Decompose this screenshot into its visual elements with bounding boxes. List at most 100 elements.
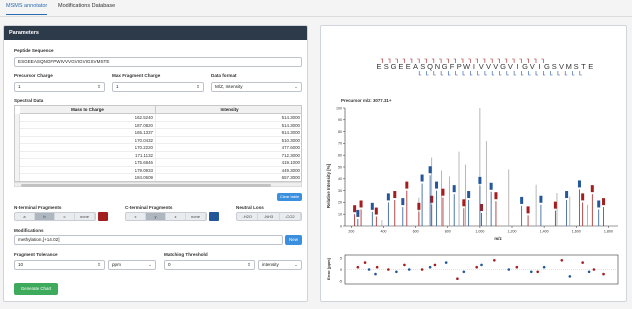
- b-ion-error-point: [493, 259, 496, 262]
- nterm-fragment-selector[interactable]: a b c none: [14, 212, 96, 221]
- b-ion-error-point: [403, 263, 406, 267]
- y-ion-error-point: [542, 265, 546, 269]
- y-ion-label: [577, 180, 581, 188]
- sequence-residue: V: [559, 62, 564, 71]
- sequence-residue: T: [581, 62, 586, 71]
- chevron-down-icon: ⌄: [294, 262, 298, 267]
- error-plot: 5 0 -5: [339, 254, 619, 285]
- tab-modifications-database[interactable]: Modifications Database: [58, 3, 115, 9]
- neutral-option-h2o[interactable]: -H2O: [237, 213, 259, 220]
- cell-mz[interactable]: 184.0609: [20, 174, 156, 181]
- y-tick-label: 100: [336, 106, 342, 110]
- sequence-residue: E: [376, 62, 381, 71]
- sequence-residue: S: [574, 62, 579, 71]
- generate-chart-button[interactable]: Generate Chart: [14, 283, 58, 295]
- cell-mz[interactable]: 165.1337: [20, 129, 156, 137]
- peptide-input[interactable]: ESGEEASQNGFPWIVVVGVIGVIGSVMSTE: [14, 57, 302, 67]
- max-fragment-charge-input[interactable]: 1 ⇕: [112, 82, 204, 92]
- new-modification-button[interactable]: New: [285, 235, 302, 245]
- y-ion-label: [356, 209, 360, 217]
- matching-threshold-input[interactable]: 0 ⇕: [164, 260, 255, 270]
- neutral-loss-selector[interactable]: -H2O -NH3 -CO2: [236, 212, 302, 221]
- y-ion-label: [597, 200, 601, 208]
- clear-table-button[interactable]: Clear table: [277, 193, 302, 201]
- cell-mz[interactable]: 187.0820: [20, 121, 156, 129]
- y-ion-cleavage-mark: [550, 71, 553, 76]
- y-ion-cleavage-mark: [462, 71, 465, 76]
- cell-intensity[interactable]: 449.3000: [156, 167, 301, 174]
- spectrum-chart-panel: ESGEEASQNGFPWIVVVGVIGVIGSVMSTE Precursor…: [320, 25, 627, 302]
- cterm-option-none[interactable]: none: [186, 213, 206, 220]
- nterm-option-none[interactable]: none: [75, 213, 95, 220]
- tolerance-unit-value: ppm: [112, 262, 121, 267]
- y-ion-error-point: [507, 268, 511, 271]
- precursor-charge-input[interactable]: 1 ⇕: [14, 82, 105, 92]
- stepper-icon[interactable]: ⇕: [196, 83, 200, 91]
- y-ion-error-point: [367, 268, 371, 271]
- scrollbar-thumb[interactable]: [21, 183, 271, 187]
- cell-mz[interactable]: 170.2220: [20, 144, 156, 152]
- y-ion-cleavage-mark: [477, 71, 480, 76]
- y-ion-cleavage-mark: [521, 71, 524, 76]
- neutral-option-co2[interactable]: -CO2: [280, 213, 301, 220]
- b-ion-label: [553, 201, 557, 209]
- error-tick-label: -5: [339, 279, 342, 283]
- y-ion-cleavage-mark: [448, 71, 451, 76]
- cell-intensity[interactable]: 814.3000: [156, 129, 301, 137]
- stepper-icon[interactable]: ⇕: [97, 261, 101, 269]
- nterm-option-a[interactable]: a: [15, 213, 35, 220]
- y-ion-label: [428, 166, 432, 174]
- sequence-residue: W: [463, 62, 471, 71]
- cell-intensity[interactable]: 514.3000: [156, 114, 301, 122]
- y-ion-label: [489, 182, 493, 190]
- cell-intensity[interactable]: 477.6000: [156, 144, 301, 152]
- cterm-option-y[interactable]: y: [146, 213, 166, 220]
- cterm-color-swatch[interactable]: [209, 212, 219, 221]
- cell-mz[interactable]: 175.6846: [20, 159, 156, 167]
- cterm-fragment-selector[interactable]: x y z none: [125, 212, 207, 221]
- tab-msms-annotator[interactable]: MSMS annotator: [6, 3, 48, 15]
- stepper-icon[interactable]: ⇕: [97, 83, 101, 91]
- b-ion-label: [602, 198, 606, 206]
- modifications-input[interactable]: methylation,[+14.02]: [14, 235, 283, 245]
- y-tick-label: 0: [340, 224, 342, 228]
- fragment-tolerance-input[interactable]: 10 ⇕: [14, 260, 105, 270]
- threshold-unit-select[interactable]: intensity ⌄: [258, 260, 302, 270]
- cell-intensity[interactable]: 510.3000: [156, 137, 301, 144]
- spectral-data-table[interactable]: Mass to Charge Intensity 162.5240 514.300…: [14, 105, 302, 182]
- nterm-option-b[interactable]: b: [35, 213, 55, 220]
- nterm-option-c[interactable]: c: [55, 213, 75, 220]
- error-axis-label: Error [ppm]: [326, 257, 331, 280]
- cell-mz[interactable]: 162.5240: [20, 114, 156, 122]
- nterm-color-swatch[interactable]: [98, 212, 108, 221]
- sequence-residue: I: [473, 62, 475, 71]
- y-ion-cleavage-mark: [491, 71, 495, 76]
- cell-intensity[interactable]: 514.3000: [156, 122, 301, 129]
- data-format-select[interactable]: M/Z, Intensity ⌄: [211, 82, 302, 92]
- neutral-option-nh3[interactable]: -NH3: [258, 213, 280, 220]
- sequence-residue: S: [420, 62, 425, 71]
- b-ion-label: [430, 195, 434, 203]
- y-ion-error-point: [374, 272, 377, 276]
- b-ion-cleavage-mark: [475, 58, 478, 63]
- cterm-option-z[interactable]: z: [166, 213, 186, 220]
- sequence-residue: V: [508, 62, 513, 71]
- sequence-residue: P: [457, 62, 462, 71]
- x-tick-label: 1,000: [475, 230, 484, 234]
- tolerance-unit-select[interactable]: ppm ⌄: [108, 260, 156, 270]
- stepper-icon[interactable]: ⇕: [247, 261, 251, 269]
- cell-mz[interactable]: 171.1132: [20, 151, 156, 159]
- cterm-option-x[interactable]: x: [126, 213, 146, 220]
- cell-intensity[interactable]: 657.3000: [156, 174, 301, 181]
- peptide-label: Peptide Sequence: [14, 48, 54, 53]
- y-ion-cleavage-mark: [579, 71, 582, 76]
- table-horizontal-scrollbar[interactable]: [14, 182, 302, 187]
- x-tick-label: 200: [348, 230, 354, 234]
- cell-mz[interactable]: 179.0933: [20, 166, 156, 174]
- y-ion-cleavage-mark: [433, 71, 436, 76]
- neutral-loss-label: Neutral Loss: [236, 205, 264, 210]
- sequence-residue: M: [566, 62, 572, 71]
- cell-intensity[interactable]: 419.1000: [156, 159, 301, 167]
- cell-intensity[interactable]: 712.3000: [156, 152, 301, 159]
- cell-mz[interactable]: 170.0432: [20, 136, 156, 144]
